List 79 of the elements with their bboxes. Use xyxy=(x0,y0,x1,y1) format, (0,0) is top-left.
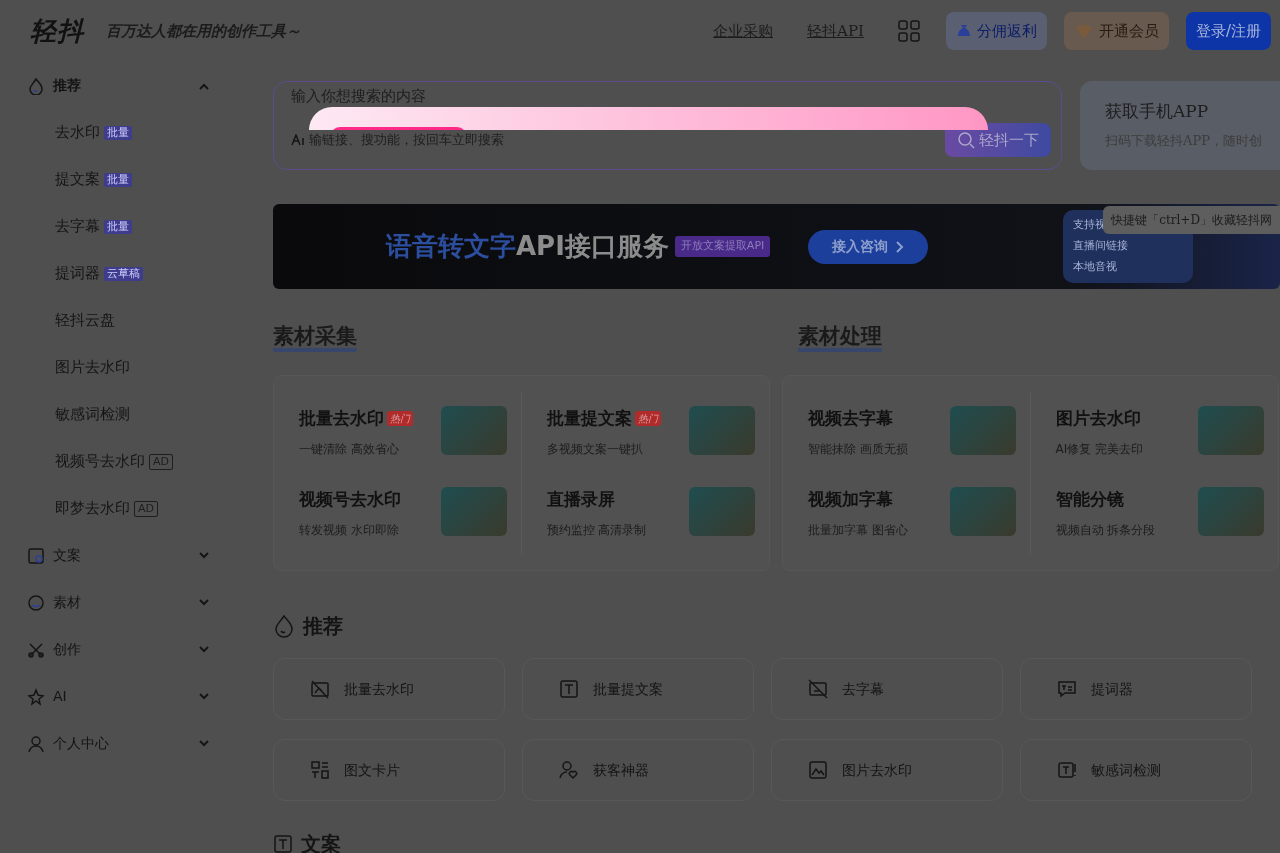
tile-title: 图片去水印 xyxy=(1055,407,1141,430)
thumbnail-image xyxy=(689,487,755,536)
login-button[interactable]: 登录/注册 xyxy=(1185,12,1271,50)
tile-title: 直播录屏 xyxy=(546,488,615,511)
thumbnail-image xyxy=(1198,406,1264,455)
rebate-button[interactable]: 分佣返利 xyxy=(945,12,1047,50)
sidebar-group[interactable]: 创作 xyxy=(18,626,230,673)
search-button[interactable]: 轻抖一下 xyxy=(945,123,1051,157)
tile-title: 视频加字幕 xyxy=(808,488,893,511)
tool-icon xyxy=(559,760,579,780)
tool-card[interactable]: 批量提文案 xyxy=(522,658,754,720)
sidebar-item[interactable]: 敏感词检测 xyxy=(55,403,130,426)
tool-label: 去字幕 xyxy=(842,679,884,699)
thumbnail-image xyxy=(440,406,507,455)
money-bag-icon xyxy=(955,23,972,39)
tool-label: 批量去水印 xyxy=(344,679,414,699)
sidebar-group-icon xyxy=(27,734,45,753)
tool-card[interactable]: 批量去水印 xyxy=(273,658,505,720)
tool-label: 批量提文案 xyxy=(593,679,663,699)
tool-icon xyxy=(1057,679,1077,699)
sidebar-item[interactable]: 即梦去水印 xyxy=(55,497,130,520)
tile-title: 批量去水印 xyxy=(299,407,384,430)
tag-label: 批量 xyxy=(104,125,132,140)
sidebar-group[interactable]: AI xyxy=(18,673,230,720)
tile-title: 批量提文案 xyxy=(546,407,632,430)
apps-grid-icon[interactable] xyxy=(897,20,920,42)
sidebar-item[interactable]: 去水印 xyxy=(55,121,100,144)
tag-label: 云草稿 xyxy=(104,266,143,281)
tile-title: 智能分镜 xyxy=(1055,488,1124,511)
sidebar-group-icon xyxy=(27,76,45,95)
sidebar-group[interactable]: 个人中心 xyxy=(18,720,230,767)
hot-badge: 热门 xyxy=(634,411,661,427)
thumbnail-image xyxy=(949,406,1016,455)
app-card-title: 获取手机APP xyxy=(1105,100,1210,123)
sidebar-group-icon xyxy=(27,687,45,706)
sidebar-item[interactable]: 轻抖云盘 xyxy=(55,309,115,332)
thumbnail-image xyxy=(440,487,507,536)
vip-button[interactable]: 开通会员 xyxy=(1063,12,1169,50)
thumbnail-image xyxy=(689,406,755,455)
banner-side-text: 本地音视 xyxy=(1073,259,1117,275)
section-heading: 推荐 xyxy=(303,613,343,640)
search-icon xyxy=(957,131,975,149)
sidebar-group[interactable]: 推荐 xyxy=(18,62,230,109)
tool-icon xyxy=(310,760,330,780)
tool-icon xyxy=(559,679,579,699)
banner-side-text: 直播间链接 xyxy=(1073,238,1128,254)
sidebar-item[interactable]: 视频号去水印 xyxy=(55,450,145,473)
sidebar-item[interactable]: 提文案 xyxy=(55,168,100,191)
banner-highlight: 语音转文字 xyxy=(386,230,516,263)
ai-icon xyxy=(291,134,305,146)
tool-icon xyxy=(808,760,828,780)
consult-button[interactable]: 接入咨询 xyxy=(808,229,929,264)
sidebar-group[interactable]: 素材 xyxy=(18,579,230,626)
tile-title: 视频号去水印 xyxy=(299,488,401,511)
sidebar-group-icon xyxy=(27,640,45,659)
tool-icon xyxy=(808,679,828,699)
tool-card[interactable]: 获客神器 xyxy=(522,739,754,801)
tool-label: 获客神器 xyxy=(593,760,649,780)
hot-badge: 热门 xyxy=(387,411,413,427)
thumbnail-image xyxy=(1198,487,1264,536)
sidebar-group-icon xyxy=(27,546,45,565)
shortcut-tooltip: 快捷键「ctrl+D」收藏轻抖网 xyxy=(1103,206,1280,234)
banner-title: API接口服务 xyxy=(516,230,669,263)
sidebar-group[interactable]: 文案 xyxy=(18,532,230,579)
banner-tag: 开放文案提取API xyxy=(674,236,771,257)
tool-icon xyxy=(1057,760,1077,780)
sidebar-item[interactable]: 去字幕 xyxy=(55,215,100,238)
tile-title: 视频去字幕 xyxy=(808,407,893,430)
tag-label: 批量 xyxy=(104,172,132,187)
sidebar-item[interactable]: 提词器 xyxy=(55,262,100,285)
text-icon xyxy=(273,834,293,853)
thumbnail-image xyxy=(949,487,1016,536)
logo[interactable]: 轻抖 xyxy=(30,11,84,51)
tool-card[interactable]: 去字幕 xyxy=(771,658,1003,720)
sidebar-item[interactable]: 图片去水印 xyxy=(55,356,130,379)
chevron-right-icon xyxy=(896,240,905,253)
tool-icon xyxy=(310,679,330,699)
sidebar-group-icon xyxy=(27,593,45,612)
tag-label: 批量 xyxy=(104,219,132,234)
